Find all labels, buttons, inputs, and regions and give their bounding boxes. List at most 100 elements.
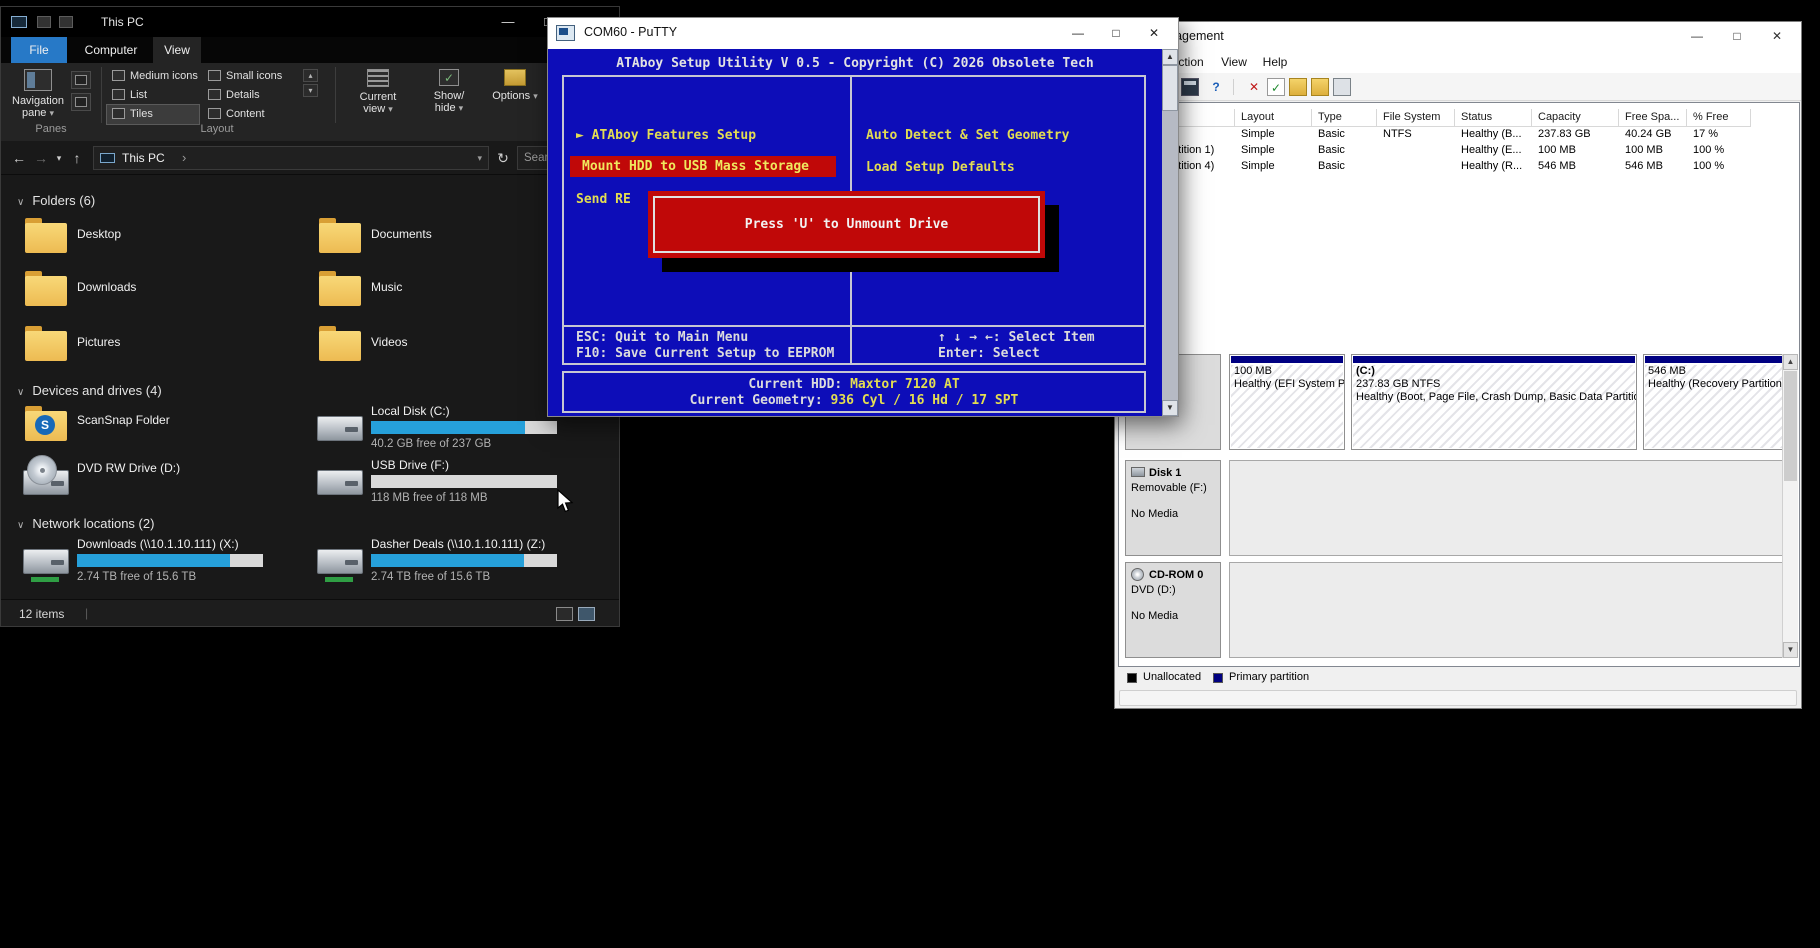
current-view-button[interactable]: Current view ▾ [345, 67, 411, 115]
tab-file[interactable]: File [11, 37, 67, 63]
disk1-media-area[interactable] [1229, 460, 1785, 556]
cdrom0-media-area[interactable] [1229, 562, 1785, 658]
tiles-view-toggle-icon[interactable] [578, 607, 595, 621]
address-dropdown-icon[interactable]: ▾ [477, 147, 482, 169]
scrollbar-thumb[interactable] [1784, 371, 1797, 481]
diskmgmt-scrollbar[interactable]: ▲ ▼ [1782, 354, 1798, 658]
file-tile-pictures[interactable]: Pictures [23, 321, 309, 373]
toolbar-console-icon[interactable] [1181, 78, 1199, 96]
tab-view[interactable]: View [153, 37, 201, 63]
volume-row[interactable]: (Disk 0 partition 4) Simple Basic Health… [1119, 159, 1751, 175]
drive-tile-network-x[interactable]: Downloads (\\10.1.10.111) (X:) 2.74 TB f… [23, 536, 309, 588]
menu-item-send-re[interactable]: Send RE [576, 192, 631, 207]
partition-color-strip [1231, 356, 1343, 363]
disk1-label[interactable]: Disk 1 Removable (F:) No Media [1125, 460, 1221, 556]
qat-new-folder-icon[interactable] [59, 16, 73, 28]
toolbar-properties-icon[interactable] [1333, 78, 1351, 96]
diskmgmt-maximize-button[interactable]: □ [1717, 23, 1757, 49]
section-network[interactable]: ∨ Network locations (2) [17, 516, 154, 531]
volume-row[interactable]: (C:) Simple Basic NTFS Healthy (B... 237… [1119, 127, 1751, 143]
gallery-down-icon[interactable]: ▾ [303, 84, 318, 97]
drive-tile-network-z[interactable]: Dasher Deals (\\10.1.10.111) (Z:) 2.74 T… [317, 536, 603, 588]
menu-item-auto-detect[interactable]: Auto Detect & Set Geometry [866, 128, 1070, 143]
unmount-dialog-text: Press 'U' to Unmount Drive [653, 196, 1040, 253]
putty-scrollbar[interactable]: ▲ ▼ [1162, 49, 1178, 416]
partition-recovery[interactable]: 546 MB Healthy (Recovery Partition) [1643, 354, 1785, 450]
section-folders[interactable]: ∨ Folders (6) [17, 193, 95, 208]
explorer-titlebar[interactable]: This PC — □ ✕ [1, 7, 619, 37]
layout-option-details[interactable]: Details [203, 86, 295, 105]
layout-option-medium-icons[interactable]: Medium icons [107, 67, 199, 86]
layout-option-small-icons[interactable]: Small icons [203, 67, 295, 86]
show-hide-button[interactable]: ✓ Show/ hide ▾ [419, 67, 479, 114]
refresh-icon[interactable]: ↻ [493, 148, 513, 168]
scroll-down-icon[interactable]: ▼ [1162, 400, 1178, 416]
toolbar-folder-icon[interactable] [1311, 78, 1329, 96]
legend-primary-swatch [1213, 673, 1223, 683]
details-view-toggle-icon[interactable] [556, 607, 573, 621]
toolbar-open-folder-icon[interactable] [1289, 78, 1307, 96]
options-button[interactable]: Options ▾ [487, 67, 543, 102]
section-devices[interactable]: ∨ Devices and drives (4) [17, 383, 162, 398]
column-type[interactable]: Type [1312, 109, 1377, 127]
hard-drive-icon [317, 416, 363, 441]
putty-titlebar[interactable]: COM60 - PuTTY — □ ✕ [548, 18, 1178, 49]
column-capacity[interactable]: Capacity [1532, 109, 1619, 127]
menu-view[interactable]: View [1213, 51, 1255, 73]
scrollbar-thumb[interactable] [1162, 65, 1178, 111]
layout-option-tiles[interactable]: Tiles [106, 104, 200, 125]
chevron-down-icon[interactable]: ∨ [17, 387, 24, 398]
forward-button[interactable]: → [31, 148, 51, 168]
drive-tile-dvd-d[interactable]: DVD RW Drive (D:) [23, 455, 309, 509]
qat-properties-icon[interactable] [37, 16, 51, 28]
explorer-minimize-button[interactable]: — [492, 7, 524, 37]
tab-computer[interactable]: Computer [75, 37, 147, 63]
item-count: 12 items [19, 607, 65, 621]
putty-terminal[interactable]: ATAboy Setup Utility V 0.5 - Copyright (… [548, 49, 1162, 416]
menu-item-mount-hdd[interactable]: Mount HDD to USB Mass Storage [570, 156, 836, 177]
diskmgmt-minimize-button[interactable]: — [1677, 23, 1717, 49]
putty-minimize-button[interactable]: — [1060, 18, 1096, 49]
putty-close-button[interactable]: ✕ [1136, 18, 1172, 49]
partition-efi[interactable]: 100 MB Healthy (EFI System Partition) [1229, 354, 1345, 450]
column-layout[interactable]: Layout [1235, 109, 1312, 127]
diskmgmt-titlebar[interactable]: Disk Management — □ ✕ [1115, 22, 1801, 51]
file-tile-downloads[interactable]: Downloads [23, 266, 309, 318]
details-pane-button[interactable] [71, 93, 91, 111]
back-button[interactable]: ← [9, 148, 29, 168]
menu-item-features-setup[interactable]: ► ATAboy Features Setup [576, 128, 756, 143]
column-status[interactable]: Status [1455, 109, 1532, 127]
layout-option-content[interactable]: Content [203, 105, 295, 124]
scroll-up-icon[interactable]: ▲ [1783, 354, 1798, 370]
preview-pane-button[interactable] [71, 71, 91, 89]
breadcrumb[interactable]: This PC [122, 147, 165, 169]
chevron-down-icon[interactable]: ∨ [17, 520, 24, 531]
partition-c[interactable]: (C:) 237.83 GB NTFS Healthy (Boot, Page … [1351, 354, 1637, 450]
diskmgmt-close-button[interactable]: ✕ [1757, 23, 1797, 49]
menu-help[interactable]: Help [1255, 51, 1295, 73]
column-pct-free[interactable]: % Free [1687, 109, 1751, 127]
cell-fs [1377, 143, 1455, 159]
menu-item-load-defaults[interactable]: Load Setup Defaults [866, 160, 1015, 175]
volume-row[interactable]: (Disk 0 partition 1) Simple Basic Health… [1119, 143, 1751, 159]
gallery-up-icon[interactable]: ▴ [303, 69, 318, 82]
scroll-down-icon[interactable]: ▼ [1783, 642, 1798, 658]
putty-maximize-button[interactable]: □ [1098, 18, 1134, 49]
recent-locations-icon[interactable]: ▾ [53, 148, 65, 168]
column-file-system[interactable]: File System [1377, 109, 1455, 127]
volume-table-header: Volume Layout Type File System Status Ca… [1119, 109, 1751, 127]
chevron-down-icon[interactable]: ∨ [17, 197, 24, 208]
toolbar-delete-icon[interactable]: ✕ [1245, 78, 1263, 96]
file-tile-desktop[interactable]: Desktop [23, 213, 309, 265]
legend-unallocated-label: Unallocated [1143, 671, 1202, 683]
up-button[interactable]: ↑ [67, 148, 87, 168]
navigation-pane-button[interactable]: Navigation pane ▾ [9, 67, 67, 119]
toolbar-help-icon[interactable]: ? [1207, 78, 1225, 96]
scroll-up-icon[interactable]: ▲ [1162, 49, 1178, 65]
layout-option-list[interactable]: List [107, 86, 199, 105]
drive-tile-scansnap[interactable]: S ScanSnap Folder [23, 403, 309, 455]
column-free-space[interactable]: Free Spa... [1619, 109, 1687, 127]
toolbar-check-icon[interactable]: ✓ [1267, 78, 1285, 96]
cdrom0-label[interactable]: CD-ROM 0 DVD (D:) No Media [1125, 562, 1221, 658]
address-box[interactable]: This PC › ▾ [93, 146, 489, 170]
